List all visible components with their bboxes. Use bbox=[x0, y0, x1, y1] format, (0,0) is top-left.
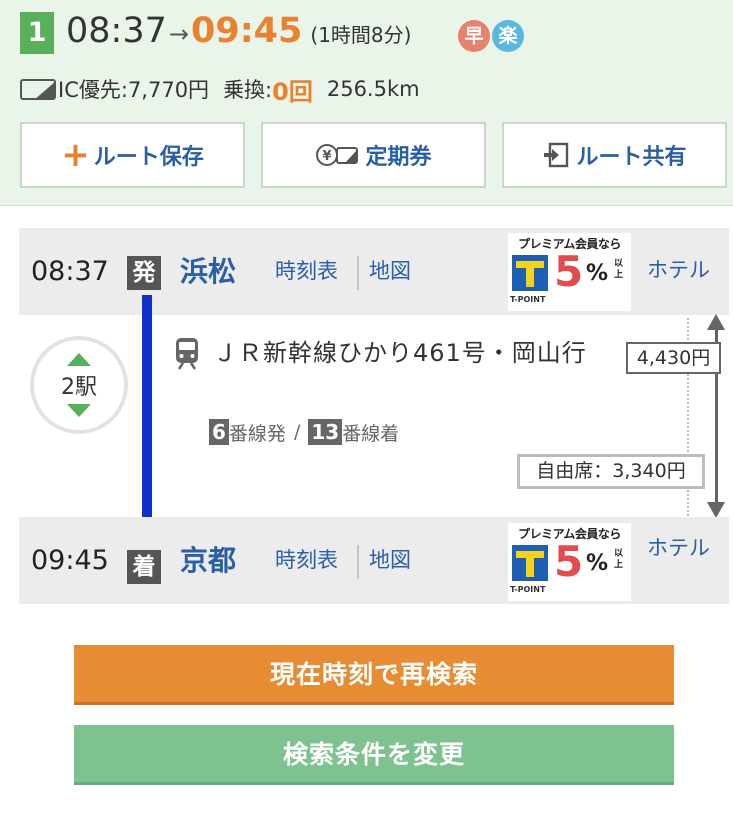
tpoint-logo-icon bbox=[512, 545, 548, 581]
transfer-label: 乗換: bbox=[223, 78, 273, 102]
commuter-pass-label: 定期券 bbox=[365, 145, 432, 170]
seat-fare[interactable]: 自由席：3,340円 bbox=[517, 454, 705, 489]
tpoint-promo-banner[interactable]: プレミアム会員なら T-POINT 5 % 以上 bbox=[508, 523, 631, 601]
triangle-down-icon bbox=[67, 404, 91, 417]
departure-timetable-link[interactable]: 時刻表 bbox=[275, 228, 338, 315]
share-icon bbox=[542, 141, 570, 169]
divider bbox=[357, 545, 359, 579]
stops-toggle[interactable]: 2駅 bbox=[30, 336, 128, 434]
promo-suffix: 以上 bbox=[614, 549, 624, 570]
triangle-up-icon bbox=[67, 353, 91, 366]
distance: 256.5km bbox=[326, 77, 420, 101]
summary-arrive-time: 09:45 bbox=[190, 11, 303, 51]
share-route-button[interactable]: ルート共有 bbox=[502, 122, 727, 188]
departure-time: 08:37 bbox=[31, 256, 109, 287]
plus-icon: + bbox=[61, 135, 90, 175]
divider bbox=[357, 256, 359, 290]
promo-brand: T-POINT bbox=[510, 295, 546, 304]
svg-text:¥: ¥ bbox=[323, 149, 332, 164]
stops-count: 2駅 bbox=[61, 375, 97, 400]
departure-station-row: 08:37 発 浜松 時刻表 地図 プレミアム会員なら T-POINT 5 % … bbox=[19, 228, 729, 315]
ic-card-icon bbox=[20, 78, 56, 100]
route-meta: IC優先: 7,770円 乗換: 0回 256.5km bbox=[20, 72, 420, 106]
arrival-platform-label: 番線着 bbox=[342, 422, 400, 445]
arrival-time: 09:45 bbox=[31, 545, 109, 576]
route-line bbox=[142, 295, 152, 550]
promo-brand: T-POINT bbox=[510, 585, 546, 594]
platform-separator: / bbox=[293, 421, 301, 443]
route-times: 08:37 → 09:45 (1時間8分) bbox=[66, 11, 411, 55]
easiest-badge: 楽 bbox=[492, 20, 524, 52]
fastest-badge: 早 bbox=[458, 20, 490, 52]
tpoint-promo-banner[interactable]: プレミアム会員なら T-POINT 5 % 以上 bbox=[508, 233, 631, 311]
tpoint-logo-icon bbox=[512, 255, 548, 291]
summary-depart-time: 08:37 bbox=[66, 11, 167, 51]
departure-station-name[interactable]: 浜松 bbox=[180, 228, 236, 315]
arrow-icon: → bbox=[168, 20, 189, 48]
research-now-button[interactable]: 現在時刻で再検索 bbox=[74, 645, 674, 705]
promo-suffix: 以上 bbox=[614, 259, 624, 280]
promo-unit: % bbox=[586, 261, 609, 286]
route-summary: 1 08:37 → 09:45 (1時間8分) 早 楽 IC優先: 7,770円… bbox=[0, 0, 733, 206]
save-route-label: ルート保存 bbox=[93, 145, 204, 170]
route-number-badge: 1 bbox=[20, 12, 54, 54]
change-conditions-button[interactable]: 検索条件を変更 bbox=[74, 725, 674, 785]
departure-flag: 発 bbox=[127, 256, 161, 290]
segment-fare: 4,430円 bbox=[626, 342, 721, 374]
departure-platform-label: 番線発 bbox=[228, 422, 286, 445]
arrival-station-row: 09:45 着 京都 時刻表 地図 プレミアム会員なら T-POINT 5 % … bbox=[19, 517, 729, 604]
fare-label: IC優先: bbox=[58, 78, 128, 102]
departure-platform-number: 6 bbox=[209, 419, 229, 445]
arrival-flag: 着 bbox=[127, 550, 161, 584]
share-route-label: ルート共有 bbox=[576, 145, 687, 170]
arrival-platform-number: 13 bbox=[308, 419, 343, 445]
summary-duration: (1時間8分) bbox=[310, 23, 412, 47]
promo-unit: % bbox=[586, 551, 609, 576]
commuter-pass-button[interactable]: ¥ 定期券 bbox=[261, 122, 486, 188]
arrival-timetable-link[interactable]: 時刻表 bbox=[275, 517, 338, 604]
commuter-pass-icon: ¥ bbox=[315, 141, 359, 169]
fare-value: 7,770円 bbox=[127, 78, 210, 102]
arrival-hotel-link[interactable]: ホテル bbox=[647, 505, 710, 592]
departure-hotel-link[interactable]: ホテル bbox=[647, 227, 710, 314]
arrival-station-name[interactable]: 京都 bbox=[180, 517, 236, 604]
train-name: ＪＲ新幹線ひかり461号・岡山行 bbox=[213, 339, 587, 367]
arrow-up-icon bbox=[707, 314, 725, 330]
promo-percent: 5 bbox=[554, 537, 584, 586]
platform-info: 6 番線発 / 13 番線着 bbox=[209, 418, 399, 446]
transfer-value: 0回 bbox=[272, 77, 313, 106]
promo-percent: 5 bbox=[554, 247, 584, 296]
save-route-button[interactable]: + ルート保存 bbox=[20, 122, 245, 188]
train-icon bbox=[173, 336, 201, 374]
departure-map-link[interactable]: 地図 bbox=[369, 228, 411, 315]
arrival-map-link[interactable]: 地図 bbox=[369, 517, 411, 604]
